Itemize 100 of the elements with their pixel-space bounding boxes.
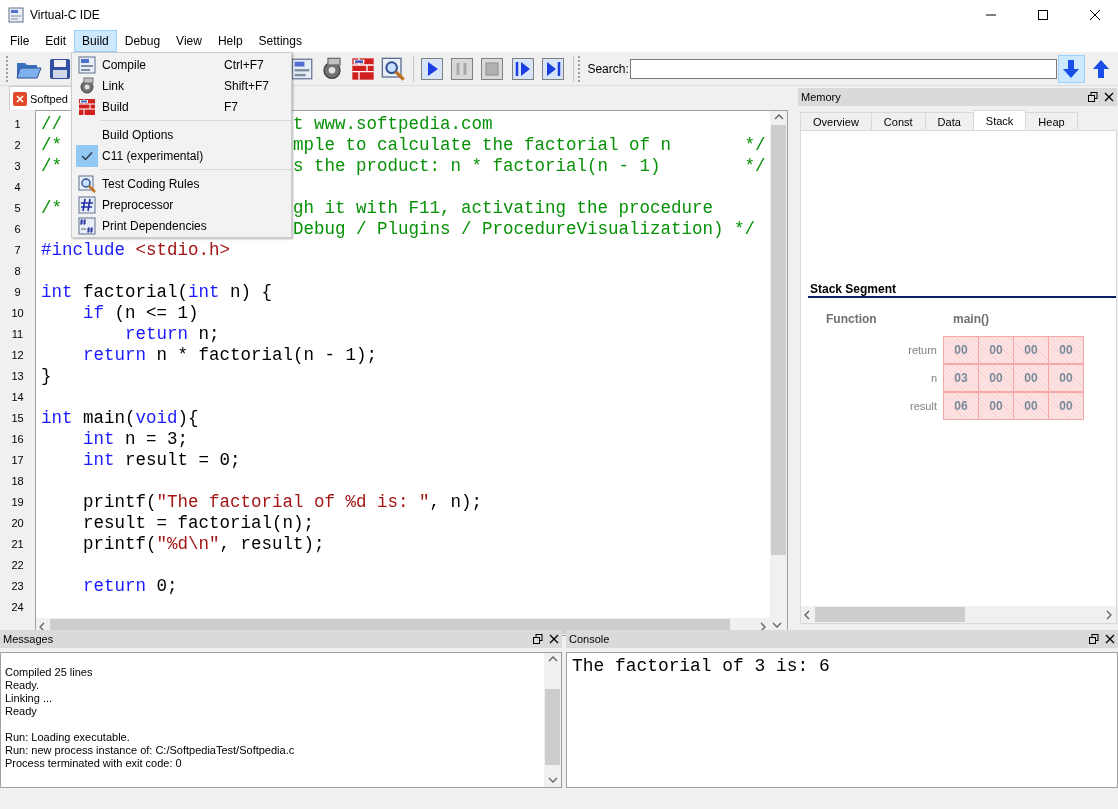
menu-item[interactable]: Preprocessor (72, 194, 291, 215)
message-line: Linking ... (5, 692, 54, 705)
menu-item[interactable]: Print Dependencies (72, 215, 291, 236)
skip-icon (541, 57, 564, 80)
section-title: Stack Segment (808, 282, 1116, 298)
line-number: 9 (13, 285, 22, 300)
menu-item[interactable]: Build (74, 30, 117, 52)
hash-icon (78, 195, 96, 214)
close-icon (13, 91, 27, 106)
window-title: Virtual-C IDE (30, 8, 101, 22)
menu-item[interactable]: C11 (experimental) (72, 145, 291, 166)
line-number: 2 (13, 138, 22, 153)
float-icon (1089, 634, 1099, 644)
message-line: Run: Loading executable. (5, 731, 131, 744)
byte-cell: 00 (1013, 364, 1049, 392)
message-line: Run: new process instance of: C:/SoftpediaTest/Softpedia.c (5, 744, 296, 757)
close-icon (1104, 92, 1114, 102)
close-icon (1090, 10, 1100, 20)
menu-item[interactable]: View (168, 30, 210, 52)
function-label: Function (826, 312, 878, 326)
line-number: 21 (10, 537, 25, 552)
brick-wall-icon (350, 56, 375, 81)
close-icon (1105, 634, 1115, 644)
line-number: 20 (10, 516, 25, 531)
search-label: Search: (587, 61, 629, 76)
vertical-scrollbar[interactable] (770, 111, 787, 618)
line-number: 4 (13, 180, 22, 195)
variable-name: n (929, 371, 938, 386)
line-number: 10 (10, 306, 25, 321)
line-number: 24 (10, 600, 25, 615)
menu-item[interactable]: Settings (250, 30, 310, 52)
step-icon (511, 57, 534, 80)
message-line: Ready. (5, 679, 41, 692)
checkmark-icon (81, 150, 93, 161)
menu-item[interactable]: Compile Ctrl+F7 (72, 54, 291, 75)
menu-item[interactable]: Build Options (72, 124, 291, 145)
byte-cell: 00 (978, 336, 1014, 364)
line-number: 5 (13, 201, 22, 216)
play-icon (421, 57, 443, 80)
line-number: 22 (10, 558, 25, 573)
horizontal-scrollbar[interactable] (801, 606, 1116, 623)
line-number: 7 (13, 243, 22, 258)
tab[interactable]: Overview (800, 112, 872, 130)
line-number: 3 (13, 159, 22, 174)
line-number: 23 (10, 579, 25, 594)
line-number: 1 (13, 117, 22, 132)
byte-cell: 00 (1048, 364, 1084, 392)
tab-label: Softped (30, 92, 68, 105)
line-number: 17 (10, 453, 25, 468)
message-line: Compiled 25 lines (5, 666, 94, 679)
magnifier-icon (78, 174, 96, 193)
menu-item[interactable]: Test Coding Rules (72, 173, 291, 194)
float-icon (533, 634, 543, 644)
line-number: 15 (10, 411, 25, 426)
line-number: 16 (10, 432, 25, 447)
panel-title: Memory (801, 91, 842, 103)
pause-icon (451, 57, 474, 80)
find-next-button[interactable] (1057, 54, 1085, 83)
maximize-icon (1038, 10, 1048, 20)
line-number: 12 (10, 348, 25, 363)
byte-cell: 00 (978, 364, 1014, 392)
gear-icon (78, 76, 96, 95)
line-number: 14 (10, 390, 25, 405)
line-number: 13 (10, 369, 25, 384)
panel-title: Console (569, 633, 611, 645)
checkbox[interactable] (76, 144, 98, 167)
panel-title: Messages (3, 633, 55, 645)
tab[interactable]: Stack (972, 110, 1027, 130)
app-icon (8, 7, 24, 23)
menu-item[interactable]: Help (209, 30, 251, 52)
stop-icon (481, 57, 504, 80)
float-icon (1088, 92, 1098, 102)
brick-wall-icon (78, 97, 96, 116)
menu-item[interactable]: File (2, 30, 38, 52)
line-number: 11 (10, 327, 25, 342)
function-name: main() (953, 312, 989, 326)
byte-cell: 00 (1013, 392, 1049, 420)
message-line: Ready (5, 705, 38, 718)
line-number: 8 (13, 264, 22, 279)
line-number: 6 (13, 222, 22, 237)
message-line: Process terminated with exit code: 0 (5, 757, 183, 770)
console-output: The factorial of 3 is: 6 (571, 655, 831, 678)
byte-cell: 00 (978, 392, 1014, 420)
byte-cell: 00 (1048, 336, 1084, 364)
search-field[interactable] (629, 58, 1057, 79)
vertical-scrollbar[interactable] (544, 653, 561, 787)
close-icon (549, 634, 559, 644)
tab[interactable]: Heap (1025, 112, 1078, 130)
menu-item[interactable]: Edit (37, 30, 75, 52)
hash-list-icon (78, 216, 96, 235)
line-number: 19 (10, 495, 25, 510)
line-number: 18 (10, 474, 25, 489)
byte-cell: 00 (1048, 392, 1084, 420)
magnifier-icon (380, 56, 405, 81)
byte-cell: 00 (943, 336, 979, 364)
byte-cell: 00 (1013, 336, 1049, 364)
variable-name: result (909, 399, 938, 414)
byte-cell: 03 (943, 364, 979, 392)
menu-item[interactable]: Debug (116, 30, 169, 52)
byte-cell: 06 (943, 392, 979, 420)
